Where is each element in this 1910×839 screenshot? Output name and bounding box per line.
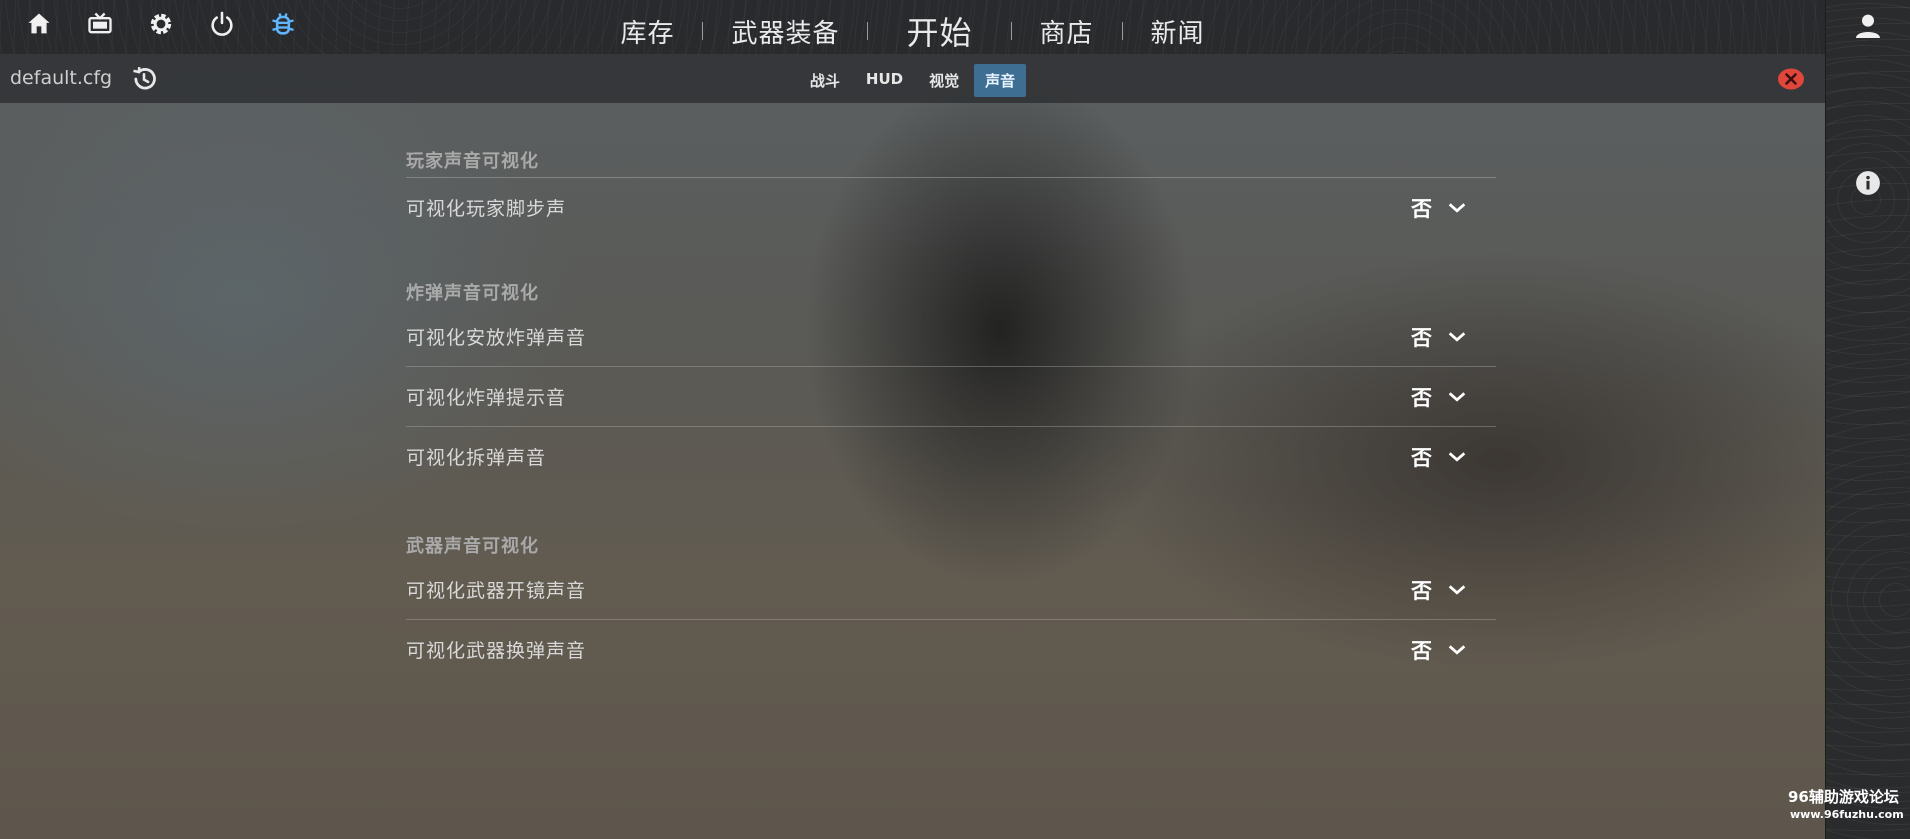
chevron-down-icon [1448,331,1466,342]
top-bar: 库存 武器装备 开始 商店 新闻 [0,0,1825,54]
tab-sound[interactable]: 声音 [974,64,1027,97]
nav-inventory[interactable]: 库存 [592,13,702,50]
setting-label: 可视化安放炸弹声音 [406,327,587,349]
setting-dropdown[interactable]: 否 [1411,322,1468,352]
tab-hud[interactable]: HUD [855,64,914,97]
setting-dropdown[interactable]: 否 [1411,382,1468,412]
setting-value: 否 [1411,445,1432,470]
setting-dropdown[interactable]: 否 [1411,442,1468,472]
setting-dropdown[interactable]: 否 [1411,635,1468,665]
chevron-down-icon [1448,451,1466,462]
nav-news[interactable]: 新闻 [1123,13,1233,50]
close-icon[interactable] [1777,68,1805,90]
setting-label: 可视化武器开镜声音 [406,580,587,602]
setting-dropdown[interactable]: 否 [1411,575,1468,605]
setting-row[interactable]: 可视化安放炸弹声音 否 [406,307,1496,366]
section-heading: 玩家声音可视化 [406,151,539,172]
right-sidebar [1825,0,1910,839]
watermark-title: 96辅助游戏论坛 [1788,788,1899,806]
setting-value: 否 [1411,325,1432,350]
setting-dropdown[interactable]: 否 [1411,193,1468,223]
tab-combat[interactable]: 战斗 [799,64,851,97]
setting-row[interactable]: 可视化玩家脚步声 否 [406,178,1496,237]
chevron-down-icon [1448,202,1466,213]
setting-value: 否 [1411,385,1432,410]
setting-value: 否 [1411,638,1432,663]
setting-label: 可视化武器换弹声音 [406,640,587,662]
chevron-down-icon [1448,644,1466,655]
setting-row[interactable]: 可视化武器开镜声音 否 [406,560,1496,619]
info-icon[interactable] [1855,170,1881,196]
setting-label: 可视化炸弹提示音 [406,387,567,409]
nav-play[interactable]: 开始 [868,8,1010,54]
settings-subbar: default.cfg 战斗 HUD 视觉 声音 [0,54,1825,103]
main-nav: 库存 武器装备 开始 商店 新闻 [0,8,1825,54]
section-heading: 武器声音可视化 [406,536,539,557]
setting-row[interactable]: 可视化拆弹声音 否 [406,426,1496,486]
user-profile-icon[interactable] [1852,10,1884,42]
settings-tabs: 战斗 HUD 视觉 声音 [0,64,1825,97]
setting-value: 否 [1411,196,1432,221]
setting-row[interactable]: 可视化炸弹提示音 否 [406,366,1496,426]
chevron-down-icon [1448,391,1466,402]
nav-loadout[interactable]: 武器装备 [703,13,867,50]
section-heading: 炸弹声音可视化 [406,283,539,304]
sound-settings-panel: 玩家声音可视化 可视化玩家脚步声 否 炸弹声音可视化 可视化安放炸弹声音 否 可… [406,103,1496,679]
setting-label: 可视化玩家脚步声 [406,198,567,220]
setting-value: 否 [1411,578,1432,603]
watermark-url: www.96fuzhu.com [1790,808,1904,821]
tab-visual[interactable]: 视觉 [918,64,970,97]
setting-label: 可视化拆弹声音 [406,447,547,469]
nav-store[interactable]: 商店 [1012,13,1122,50]
chevron-down-icon [1448,584,1466,595]
setting-row[interactable]: 可视化武器换弹声音 否 [406,619,1496,679]
